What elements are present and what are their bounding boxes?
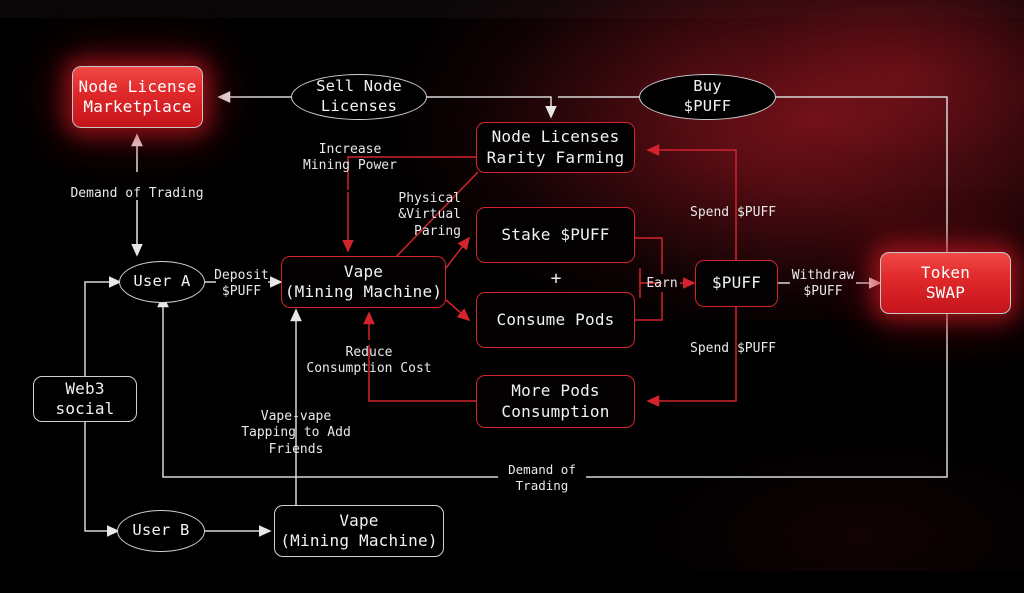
node-sell-node-licenses[interactable]: Sell Node Licenses bbox=[291, 74, 427, 120]
label-demand-of-trading-left: Demand of Trading bbox=[70, 186, 204, 201]
node-stake-puff[interactable]: Stake $PUFF bbox=[476, 207, 635, 263]
edge-demand-trading-bottom-right bbox=[586, 314, 948, 478]
edge-web3-to-user-b bbox=[84, 422, 120, 537]
node-node-licenses-rarity-farming[interactable]: Node Licenses Rarity Farming bbox=[476, 122, 635, 173]
node-user-a[interactable]: User A bbox=[119, 261, 205, 303]
node-web3-social[interactable]: Web3 social bbox=[33, 376, 137, 422]
label-reduce-consumption-cost: Reduce Consumption Cost bbox=[306, 345, 432, 377]
label-spend-puff-bottom: Spend $PUFF bbox=[690, 341, 777, 356]
node-vape-mining-machine-a[interactable]: Vape (Mining Machine) bbox=[281, 256, 446, 308]
label-deposit-puff: Deposit $PUFF bbox=[214, 268, 269, 300]
edge-vape-to-stake-puff bbox=[445, 236, 471, 269]
label-withdraw-puff: Withdraw $PUFF bbox=[791, 268, 855, 300]
label-earn: Earn bbox=[646, 276, 678, 291]
node-token-swap[interactable]: Token SWAP bbox=[880, 252, 1011, 314]
label-plus-operator: + bbox=[550, 268, 562, 289]
node-vape-mining-machine-b[interactable]: Vape (Mining Machine) bbox=[274, 505, 444, 557]
edge-sell-licenses-to-rarity-farming bbox=[426, 96, 557, 119]
node-buy-puff[interactable]: Buy $PUFF bbox=[639, 74, 776, 120]
label-physical-virtual-paring: Physical &Virtual Paring bbox=[398, 191, 461, 239]
edge-buy-puff-to-token-swap bbox=[775, 96, 948, 252]
edge-web3-to-user-a bbox=[84, 276, 122, 376]
edge-stake-to-earn-bus bbox=[634, 237, 663, 274]
diagram-canvas: Node License Marketplace Sell Node Licen… bbox=[0, 0, 1024, 593]
label-spend-puff-top: Spend $PUFF bbox=[690, 205, 777, 220]
label-demand-of-trading-bottom: Demand of Trading bbox=[508, 462, 576, 493]
node-node-license-marketplace[interactable]: Node License Marketplace bbox=[72, 66, 203, 128]
label-increase-mining-power: Increase Mining Power bbox=[303, 142, 397, 174]
node-consume-pods[interactable]: Consume Pods bbox=[476, 292, 635, 348]
node-puff[interactable]: $PUFF bbox=[695, 260, 778, 307]
edge-vape-to-consume-pods bbox=[445, 299, 471, 322]
node-user-b[interactable]: User B bbox=[117, 510, 205, 552]
edge-consume-to-earn-bus bbox=[634, 292, 663, 321]
label-vape-vape-tapping: Vape-vape Tapping to Add Friends bbox=[241, 409, 351, 457]
node-more-pods-consumption[interactable]: More Pods Consumption bbox=[476, 375, 635, 428]
